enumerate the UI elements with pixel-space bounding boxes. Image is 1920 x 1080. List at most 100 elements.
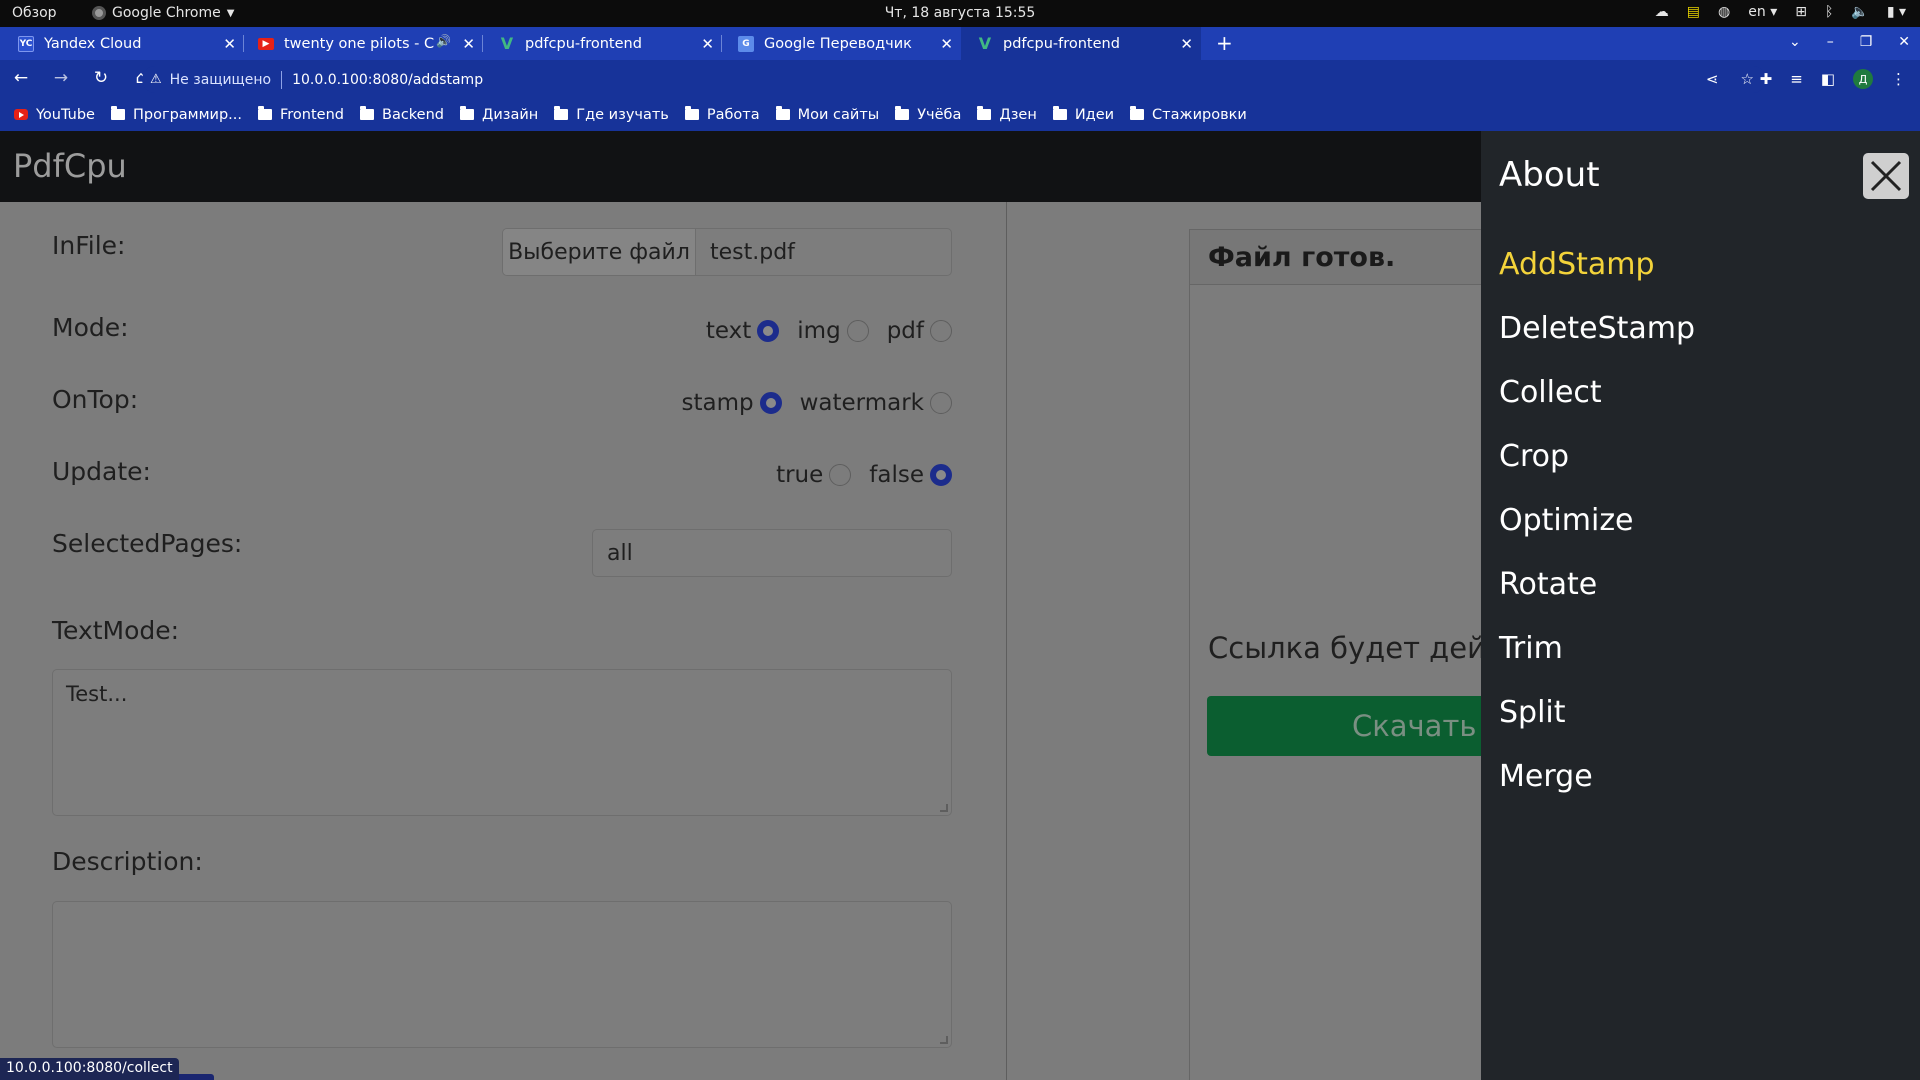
keyboard-layout[interactable]: en ▾ xyxy=(1748,4,1777,20)
system-clock[interactable]: Чт, 18 августа 15:55 xyxy=(0,5,1920,21)
bookmark-folder[interactable]: Дзен xyxy=(977,106,1037,123)
google-translate-icon: G xyxy=(738,35,754,52)
vue-icon: V xyxy=(978,34,992,53)
app-menu[interactable]: Google Chrome ▼ xyxy=(92,5,234,21)
bookmark-folder[interactable]: Идеи xyxy=(1052,106,1114,123)
security-status[interactable]: Не защищено xyxy=(170,72,271,88)
tab-yandex-cloud[interactable]: YC Yandex Cloud ✕ xyxy=(0,27,244,60)
close-icon[interactable]: ✕ xyxy=(701,35,714,53)
bookmark-folder[interactable]: Учёба xyxy=(895,106,961,123)
radio-unchecked[interactable] xyxy=(930,392,952,414)
profile-avatar[interactable]: Д xyxy=(1853,69,1873,89)
radio-checked[interactable] xyxy=(759,392,782,414)
radio-unchecked[interactable] xyxy=(930,320,952,342)
radio-unchecked[interactable] xyxy=(846,320,869,342)
menu-item-merge[interactable]: Merge xyxy=(1499,757,1695,821)
menu-item-deletestamp[interactable]: DeleteStamp xyxy=(1499,309,1695,373)
system-tray[interactable]: ☁ ▤ ◍ en ▾ ⊞ ᛒ 🔈 ▮ ▾ xyxy=(1655,4,1906,20)
bookmark-folder[interactable]: Frontend xyxy=(258,106,344,123)
volume-icon[interactable]: 🔈 xyxy=(1851,4,1868,20)
tab-search-icon[interactable]: ⌄ xyxy=(1789,34,1801,50)
side-panel-icon[interactable]: ◧ xyxy=(1821,70,1835,88)
weather-icon[interactable]: ☁ xyxy=(1655,4,1669,20)
brand-logo[interactable]: PdfCpu xyxy=(13,147,127,185)
network-icon[interactable]: ⊞ xyxy=(1795,4,1807,20)
menu-item-crop[interactable]: Crop xyxy=(1499,437,1695,501)
tab-pdfcpu-frontend[interactable]: V pdfcpu-frontend ✕ xyxy=(483,27,722,60)
ontop-option-watermark[interactable]: watermark xyxy=(800,390,952,416)
bookmark-star-icon[interactable]: ☆ xyxy=(1741,70,1754,88)
notes-icon[interactable]: ▤ xyxy=(1687,4,1700,20)
close-icon[interactable]: ✕ xyxy=(940,35,953,53)
ontop-option-stamp[interactable]: stamp xyxy=(681,390,782,416)
radio-unchecked[interactable] xyxy=(829,464,852,486)
resize-grip-icon[interactable] xyxy=(940,804,948,812)
mode-radio-group: text img pdf xyxy=(688,318,952,344)
youtube-icon: ▶ xyxy=(258,37,274,50)
forward-icon[interactable]: → xyxy=(52,68,70,88)
app-menu-label: Google Chrome xyxy=(112,5,221,21)
file-input[interactable]: Выберите файл test.pdf xyxy=(502,228,952,276)
share-icon[interactable]: ⋖ xyxy=(1706,70,1719,88)
minimize-button[interactable]: – xyxy=(1827,34,1834,50)
mode-option-img[interactable]: img xyxy=(797,318,869,344)
restore-button[interactable]: ❐ xyxy=(1860,34,1873,50)
mode-option-pdf[interactable]: pdf xyxy=(887,318,952,344)
close-window-button[interactable]: ✕ xyxy=(1898,34,1910,50)
update-option-false[interactable]: false xyxy=(869,462,952,488)
new-tab-button[interactable]: + xyxy=(1216,31,1233,55)
activities-button[interactable]: Обзор xyxy=(12,5,57,21)
bookmark-folder[interactable]: Backend xyxy=(360,106,444,123)
folder-icon xyxy=(110,106,125,120)
bookmark-folder[interactable]: Где изучать xyxy=(554,106,669,123)
caret-down-icon: ▼ xyxy=(226,7,235,19)
media-control-icon[interactable]: ≡ xyxy=(1790,70,1803,88)
radio-checked[interactable] xyxy=(757,320,780,342)
folder-icon xyxy=(460,106,475,120)
bookmark-folder[interactable]: Программир... xyxy=(110,106,242,123)
folder-icon xyxy=(554,106,569,120)
mode-option-text[interactable]: text xyxy=(706,318,780,344)
folder-icon xyxy=(1130,106,1145,120)
description-textarea[interactable] xyxy=(52,901,952,1048)
selected-pages-input[interactable]: all xyxy=(592,529,952,577)
tab-google-translate[interactable]: G Google Переводчик ✕ xyxy=(722,27,961,60)
menu-kebab-icon[interactable]: ⋮ xyxy=(1891,70,1906,88)
textmode-label: TextMode: xyxy=(52,616,180,645)
close-offcanvas-button[interactable] xyxy=(1863,153,1909,199)
warning-icon[interactable]: ⚠ xyxy=(150,72,162,87)
back-icon[interactable]: ← xyxy=(12,68,30,88)
bookmark-youtube[interactable]: YouTube xyxy=(14,107,95,123)
textmode-textarea[interactable]: Test... xyxy=(52,669,952,816)
tab-twenty-one-pilots[interactable]: ▶ twenty one pilots - Chl 🔊 ✕ xyxy=(244,27,483,60)
bookmark-folder[interactable]: Мои сайты xyxy=(775,106,879,123)
bookmark-folder[interactable]: Работа xyxy=(684,106,760,123)
update-option-true[interactable]: true xyxy=(776,462,852,488)
menu-item-split[interactable]: Split xyxy=(1499,693,1695,757)
resize-grip-icon[interactable] xyxy=(940,1036,948,1044)
download-button[interactable]: Скачать ф xyxy=(1207,696,1507,756)
reload-icon[interactable]: ↻ xyxy=(92,68,110,88)
menu-item-rotate[interactable]: Rotate xyxy=(1499,565,1695,629)
nav-buttons: ← → ↻ ⌂ xyxy=(12,68,150,88)
close-icon[interactable]: ✕ xyxy=(1180,35,1193,53)
close-icon[interactable]: ✕ xyxy=(462,35,475,53)
extensions-icon[interactable]: ✚ xyxy=(1760,70,1773,88)
choose-file-button[interactable]: Выберите файл xyxy=(503,229,696,275)
bluetooth-icon[interactable]: ᛒ xyxy=(1825,4,1833,20)
radio-checked[interactable] xyxy=(930,464,952,486)
tab-pdfcpu-frontend-active[interactable]: V pdfcpu-frontend ✕ xyxy=(961,27,1201,60)
globe-icon[interactable]: ◍ xyxy=(1718,4,1730,20)
menu-item-optimize[interactable]: Optimize xyxy=(1499,501,1695,565)
address-bar[interactable]: ⚠ Не защищено 10.0.0.100:8080/addstamp ⋖… xyxy=(142,66,1766,93)
url-text[interactable]: 10.0.0.100:8080/addstamp xyxy=(292,72,483,88)
window-controls: ⌄ – ❐ ✕ xyxy=(1789,34,1910,50)
battery-icon[interactable]: ▮ ▾ xyxy=(1887,4,1906,20)
bookmark-folder[interactable]: Стажировки xyxy=(1130,106,1247,123)
menu-item-addstamp[interactable]: AddStamp xyxy=(1499,245,1695,309)
menu-item-trim[interactable]: Trim xyxy=(1499,629,1695,693)
close-icon[interactable]: ✕ xyxy=(223,35,236,53)
audio-playing-icon[interactable]: 🔊 xyxy=(436,34,451,48)
bookmark-folder[interactable]: Дизайн xyxy=(460,106,538,123)
menu-item-collect[interactable]: Collect xyxy=(1499,373,1695,437)
